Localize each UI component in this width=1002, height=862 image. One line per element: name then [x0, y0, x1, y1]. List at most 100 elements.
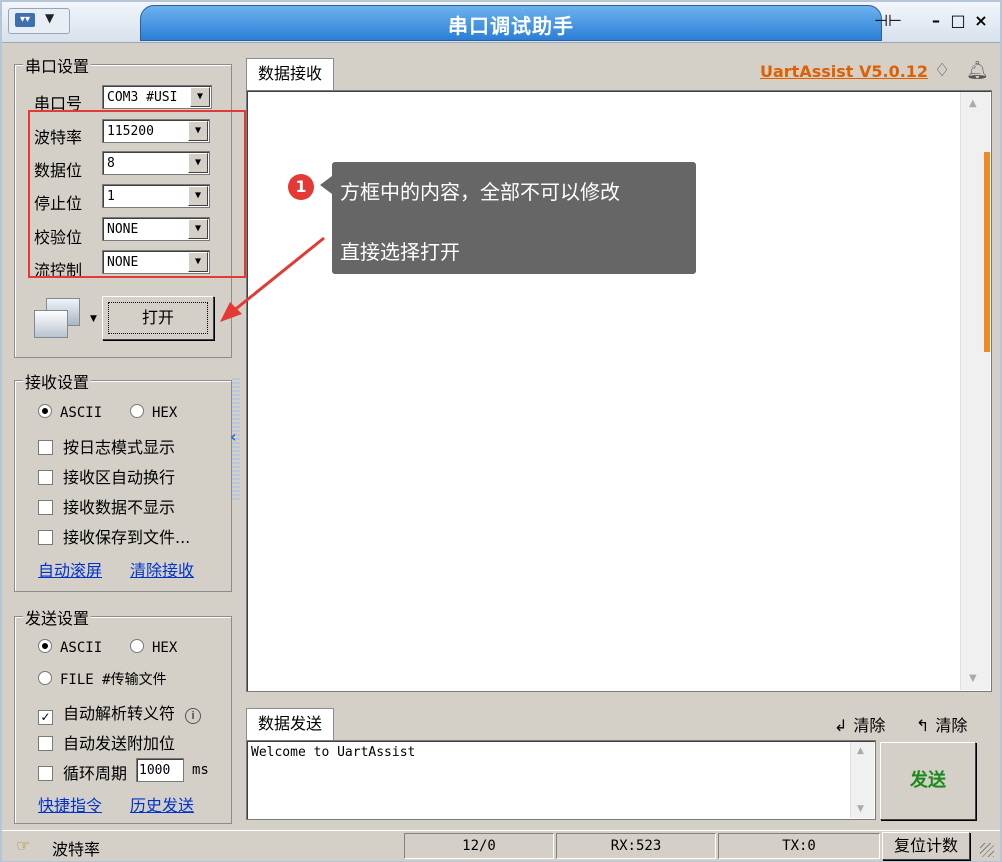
tab-receive-label: 数据接收	[257, 64, 322, 83]
history-link[interactable]: 历史发送	[130, 792, 194, 816]
status-counter: 12/0	[404, 833, 554, 859]
open-button[interactable]: 打开	[102, 296, 214, 340]
log-mode-label: 按日志模式显示	[63, 438, 176, 457]
chevron-down-icon[interactable]: ▼	[90, 314, 97, 324]
checkbox-icon	[38, 470, 53, 485]
receive-hex-label: HEX	[152, 405, 178, 421]
append-label: 自动发送附加位	[63, 734, 176, 753]
send-input[interactable]: Welcome to UartAssist ▲ ▼	[246, 740, 876, 820]
send-file-radio[interactable]: FILE #传输文件	[38, 669, 167, 689]
hand-pointer-icon: ☞	[16, 836, 31, 855]
status-tx: TX:0	[718, 833, 880, 859]
cycle-label: 循环周期	[63, 764, 128, 783]
step-badge: 1	[288, 174, 314, 200]
cycle-input[interactable]: 1000	[136, 758, 184, 782]
collapse-panel-icon[interactable]: ‹	[230, 427, 237, 446]
log-mode-checkbox[interactable]: 按日志模式显示	[38, 434, 175, 458]
resize-grip-icon[interactable]	[980, 843, 994, 857]
tab-send-label: 数据发送	[257, 714, 322, 733]
arrow-down-left-icon: ↲	[834, 716, 848, 735]
radio-icon	[130, 639, 144, 653]
radio-icon	[130, 404, 144, 418]
window-title: 串口调试助手	[448, 14, 574, 38]
send-button-label: 发送	[910, 770, 946, 791]
open-button-label: 打开	[108, 302, 208, 334]
tab-receive[interactable]: 数据接收	[246, 58, 334, 90]
hide-data-checkbox[interactable]: 接收数据不显示	[38, 494, 175, 518]
port-value: COM3 #USI	[107, 90, 178, 105]
send-hex-radio[interactable]: HEX	[130, 639, 177, 656]
scroll-up-icon[interactable]: ▲	[857, 746, 864, 756]
hide-data-label: 接收数据不显示	[63, 498, 176, 517]
receive-settings-title: 接收设置	[23, 369, 92, 393]
send-scrollbar[interactable]: ▲ ▼	[850, 742, 874, 818]
serial-port-icon[interactable]	[34, 298, 84, 338]
status-rx: RX:523	[556, 833, 716, 859]
title-bar: ▾▾ ▼ 串口调试助手 ⊣⊢ – □ ×	[2, 2, 1000, 43]
cycle-value: 1000	[139, 763, 171, 778]
annotation-arrow	[220, 236, 325, 322]
maximize-button[interactable]: □	[948, 10, 968, 34]
scroll-down-icon[interactable]: ▼	[969, 673, 977, 684]
escape-label: 自动解析转义符	[63, 704, 176, 723]
receive-scrollbar[interactable]: ▲ ▼	[960, 92, 990, 690]
receive-hex-radio[interactable]: HEX	[130, 404, 177, 421]
checkmark-icon: ✓	[38, 710, 53, 725]
save-file-label: 接收保存到文件...	[63, 528, 191, 547]
scroll-down-icon[interactable]: ▼	[857, 804, 864, 814]
checkbox-icon	[38, 736, 53, 751]
cycle-unit: ms	[192, 762, 209, 778]
append-checkbox[interactable]: 自动发送附加位	[38, 730, 175, 754]
annotation-callout: 方框中的内容，全部不可以修改 直接选择打开	[332, 162, 696, 274]
auto-wrap-label: 接收区自动换行	[63, 468, 176, 487]
diamond-icon[interactable]: ♢	[934, 60, 950, 81]
checkbox-icon	[38, 530, 53, 545]
scroll-up-icon[interactable]: ▲	[969, 98, 977, 109]
close-button[interactable]: ×	[970, 10, 992, 34]
info-icon[interactable]: i	[185, 708, 202, 724]
send-text: Welcome to UartAssist	[251, 745, 416, 760]
send-button[interactable]: 发送	[880, 742, 976, 820]
minimize-button[interactable]: –	[926, 10, 946, 34]
scrollbar-thumb[interactable]	[984, 152, 990, 352]
system-menu-button[interactable]: ▾▾ ▼	[8, 8, 70, 34]
clear-send-button-2[interactable]: ↰ 清除	[916, 712, 967, 736]
auto-scroll-link[interactable]: 自动滚屏	[38, 557, 102, 581]
serial-settings-title: 串口设置	[23, 53, 92, 77]
version-link[interactable]: UartAssist V5.0.12	[760, 62, 928, 81]
status-bar: ☞ 波特率 12/0 RX:523 TX:0 复位计数	[2, 830, 1000, 861]
auto-wrap-checkbox[interactable]: 接收区自动换行	[38, 464, 175, 488]
title-tab: 串口调试助手	[140, 5, 882, 41]
clear-send-label-2: 清除	[935, 716, 968, 735]
receive-ascii-label: ASCII	[60, 405, 103, 421]
port-select[interactable]: COM3 #USI ▼	[102, 85, 212, 109]
clear-send-label-1: 清除	[853, 716, 886, 735]
radio-icon	[38, 671, 52, 685]
checkbox-icon	[38, 440, 53, 455]
annotation-line-2: 直接选择打开	[340, 240, 460, 264]
chevron-down-icon: ▼	[45, 11, 55, 25]
send-settings-title: 发送设置	[23, 605, 92, 629]
shortcut-link[interactable]: 快捷指令	[38, 792, 102, 816]
app-logo-icon: ▾▾	[15, 13, 35, 27]
reset-count-label: 复位计数	[893, 836, 958, 855]
chevron-down-icon[interactable]: ▼	[190, 87, 210, 107]
send-ascii-radio[interactable]: ASCII	[38, 639, 102, 656]
status-hint: 波特率	[52, 840, 101, 859]
checkbox-icon	[38, 500, 53, 515]
cycle-checkbox[interactable]: 循环周期	[38, 760, 127, 784]
pin-icon[interactable]: ⊣⊢	[872, 10, 904, 34]
radio-selected-icon	[38, 639, 52, 653]
clear-receive-link[interactable]: 清除接收	[130, 557, 194, 581]
bell-icon[interactable]: 🔔︎	[966, 60, 989, 81]
callout-pointer	[320, 176, 332, 194]
send-hex-label: HEX	[152, 640, 178, 656]
clear-send-button-1[interactable]: ↲ 清除	[834, 712, 885, 736]
tab-send[interactable]: 数据发送	[246, 708, 334, 740]
reset-count-button[interactable]: 复位计数	[882, 832, 970, 860]
checkbox-icon	[38, 766, 53, 781]
radio-selected-icon	[38, 404, 52, 418]
escape-checkbox[interactable]: ✓ 自动解析转义符 i	[38, 700, 202, 725]
save-file-checkbox[interactable]: 接收保存到文件...	[38, 524, 190, 548]
receive-ascii-radio[interactable]: ASCII	[38, 404, 102, 421]
